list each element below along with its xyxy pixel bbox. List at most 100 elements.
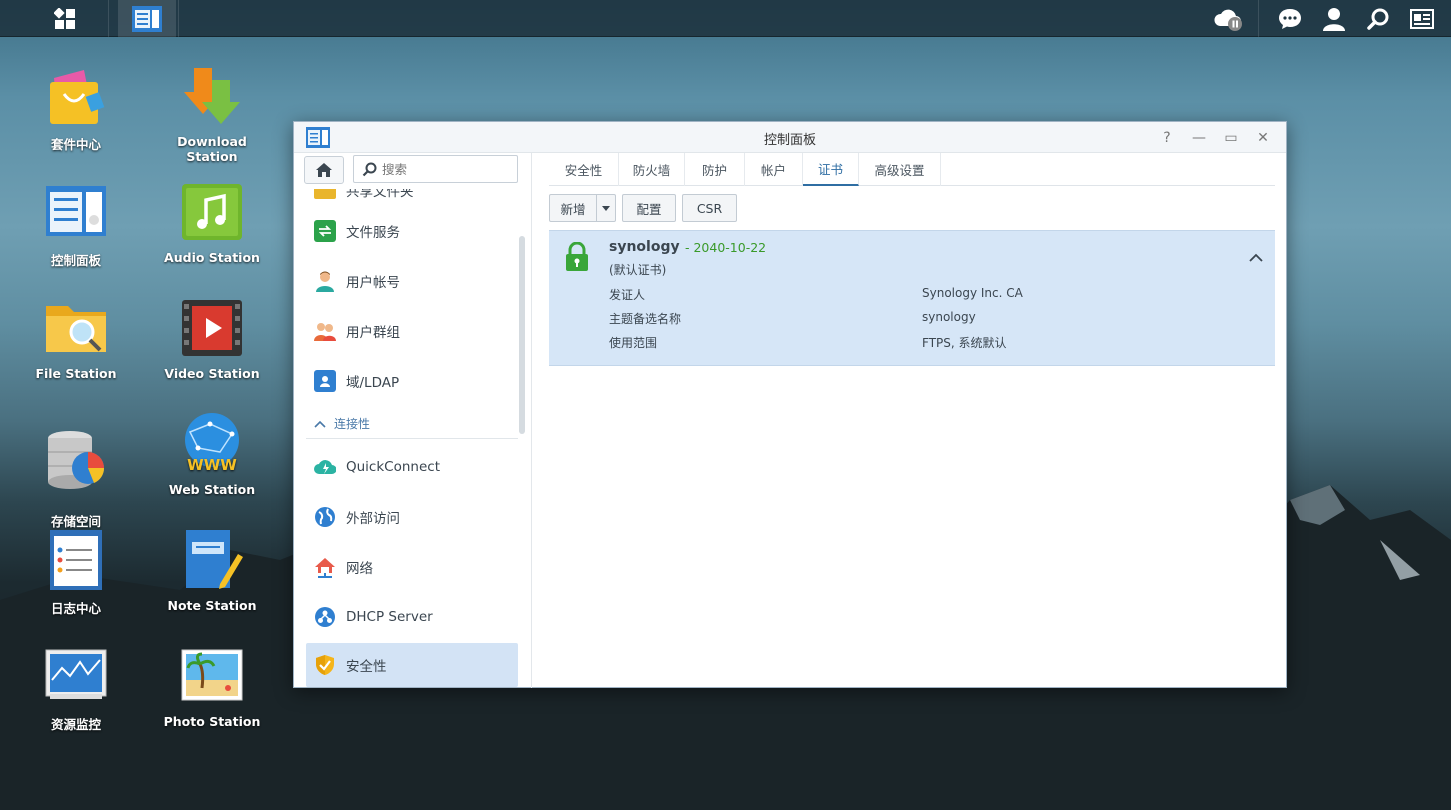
tab-security[interactable]: 安全性 [549,153,619,186]
widgets-button[interactable] [1402,0,1442,37]
sidebar-partial-item: 共享文件夹 [294,189,531,201]
sidebar-item-label: QuickConnect [346,459,440,475]
desktop-icon-resource-monitor[interactable]: 资源监控 [16,644,136,733]
desktop-icon-label: Note Station [167,598,257,613]
search-icon [362,162,377,177]
tab-advanced[interactable]: 高级设置 [859,153,941,186]
chat-bubble-icon [1279,8,1301,29]
taskbar-control-panel-button[interactable] [118,0,176,37]
desktop-icon-label: Audio Station [164,250,260,265]
sidebar-item-group[interactable]: 用户群组 [306,309,518,353]
sidebar-item-label: 共享文件夹 [346,189,414,200]
desktop-icon-label: Video Station [164,366,260,381]
user-menu-button[interactable] [1314,0,1354,37]
close-button[interactable]: ✕ [1252,127,1274,149]
chevron-up-icon [314,420,326,428]
desktop-icon-label: 控制面板 [50,253,101,268]
minimize-button[interactable]: — [1188,127,1210,149]
desktop-icon-label: File Station [35,366,117,381]
grid-icon [54,7,75,29]
widget-card-icon [1410,8,1434,29]
desktop-icon-label: 套件中心 [50,137,101,152]
search-input[interactable] [382,160,512,178]
main-panel: 安全性 防火墙 防护 帐户 证书 高级设置 新增 配置 CSR synology… [549,153,1275,688]
log-document-icon [50,530,102,590]
desktop-icon-label: Download Station [177,134,247,164]
sidebar-group-connectivity[interactable]: 连接性 [306,409,518,439]
sidebar-item-label: DHCP Server [346,609,433,625]
tab-account[interactable]: 帐户 [745,153,803,186]
svg-text:WWW: WWW [187,456,237,474]
desktop-icon-control-panel[interactable]: 控制面板 [16,180,136,269]
beach-photo-icon [181,649,243,701]
sidebar-item-user[interactable]: 用户帐号 [306,259,518,303]
lock-icon [566,242,588,271]
cloud-pause-icon [1214,9,1242,31]
desktop-icon-audio-station[interactable]: Audio Station [152,180,272,265]
desktop-icon-log-center[interactable]: 日志中心 [16,528,136,617]
music-note-icon [182,184,242,240]
shield-icon [314,654,336,676]
sidebar-item-label: 外部访问 [346,511,400,527]
desktop-icon-download-station[interactable]: Download Station [152,64,272,164]
dhcp-icon [314,606,336,628]
network-icon [314,556,336,578]
shopping-bag-icon [50,70,105,124]
tab-certificate[interactable]: 证书 [803,153,859,186]
desktop-icon-photo-station[interactable]: Photo Station [152,644,272,729]
help-button[interactable]: ? [1156,127,1178,149]
control-panel-icon [132,5,162,32]
desktop-icon-package-center[interactable]: 套件中心 [16,64,136,153]
certificate-san-value: synology [922,310,976,324]
desktop-icon-label: 资源监控 [50,717,101,732]
user-icon [1323,7,1345,31]
certificate-issuer-label: 发证人 [609,288,646,302]
tab-bar: 安全性 防火墙 防护 帐户 证书 高级设置 [549,153,1275,186]
taskbar-divider [1258,0,1259,37]
desktop-icon-note-station[interactable]: Note Station [152,528,272,613]
add-button[interactable]: 新增 [549,194,597,222]
domain-icon [314,370,336,392]
certificate-issuer-value: Synology Inc. CA [922,286,1023,300]
certificate-san-label: 主题备选名称 [609,312,682,326]
window-titlebar[interactable]: 控制面板 ? — ▭ ✕ [294,122,1286,153]
csr-button[interactable]: CSR [682,194,737,222]
certificate-name: synology [609,239,680,255]
desktop-icon-video-station[interactable]: Video Station [152,296,272,381]
backup-status-button[interactable] [1208,0,1248,37]
sidebar-item-quickconnect[interactable]: QuickConnect [306,445,518,489]
desktop-icon-web-station[interactable]: WWW Web Station [152,412,272,497]
taskbar-divider [108,0,109,37]
add-dropdown-button[interactable] [596,194,616,222]
tab-firewall[interactable]: 防火墙 [619,153,685,186]
user-icon [314,270,336,292]
sidebar-item-file-services[interactable]: 文件服务 [306,209,518,253]
home-button[interactable] [304,156,344,184]
search-button[interactable] [1358,0,1398,37]
sidebar-item-dhcp-server[interactable]: DHCP Server [306,595,518,639]
tab-protection[interactable]: 防护 [685,153,745,186]
sidebar-item-external-access[interactable]: 外部访问 [306,495,518,539]
control-panel-icon [46,186,106,236]
download-arrows-icon [184,68,240,124]
sidebar-search[interactable] [353,155,518,183]
sidebar-item-security[interactable]: 安全性 [306,643,518,687]
sidebar-scrollbar[interactable] [519,236,525,434]
sidebar-item-domain-ldap[interactable]: 域/LDAP [306,359,518,403]
configure-button[interactable]: 配置 [622,194,676,222]
notifications-button[interactable] [1270,0,1310,37]
chevron-up-icon[interactable] [1249,253,1263,262]
desktop-icon-label: Web Station [168,482,256,497]
certificate-item[interactable]: synology - 2040-10-22 (默认证书) 发证人 Synolog… [549,230,1275,366]
certificate-expiry-date: - 2040-10-22 [685,240,767,255]
desktop-icon-label: Photo Station [163,714,261,729]
desktop-icon-file-station[interactable]: File Station [16,296,136,381]
certificate-usage-value: FTPS, 系统默认 [922,336,1007,350]
search-icon [1367,8,1389,30]
sidebar-item-label: 用户帐号 [346,275,400,291]
maximize-button[interactable]: ▭ [1220,127,1242,149]
film-play-icon [182,300,242,356]
sidebar-item-network[interactable]: 网络 [306,545,518,589]
home-icon [316,163,332,177]
main-menu-button[interactable] [44,0,86,37]
